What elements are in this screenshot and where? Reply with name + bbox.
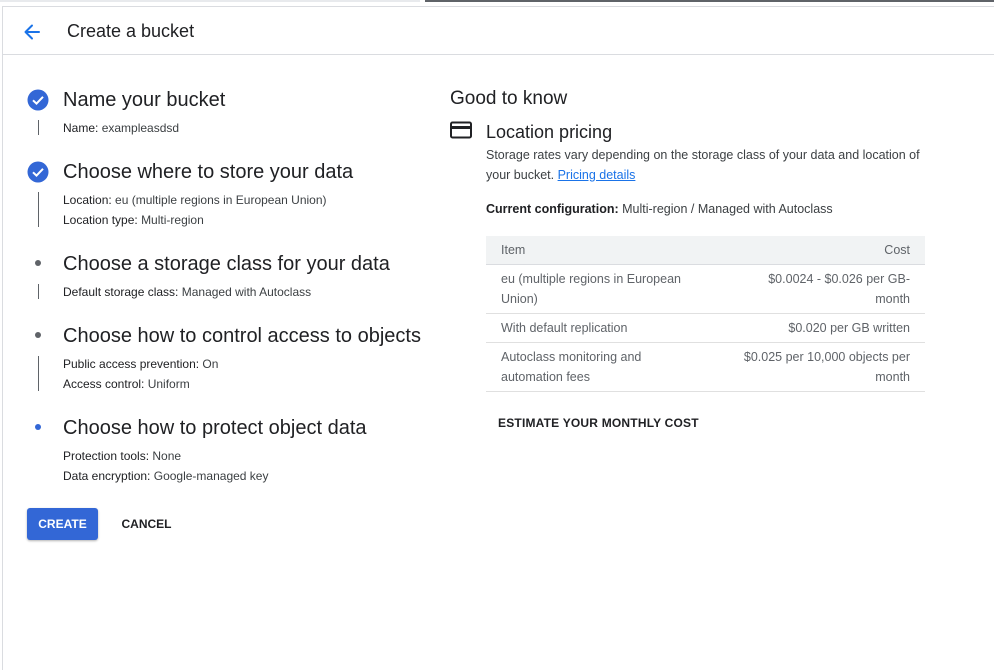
config-label: Current configuration: [486,202,619,216]
step-dot-icon [35,260,41,266]
table-row: Autoclass monitoring and automation fees… [486,342,925,392]
description-text: Storage rates vary depending on the stor… [486,148,920,182]
table-header-row: Item Cost [486,236,925,265]
good-to-know-title: Good to know [450,88,568,109]
pricing-table: Item Cost eu (multiple regions in Europe… [486,236,925,392]
detail-value: Google-managed key [153,469,269,483]
step-title: Choose how to control access to objects [63,325,421,347]
step-connector [38,356,39,391]
table-cell-cost: $0.025 per 10,000 objects per month [716,342,925,392]
detail-value: Uniform [147,377,190,391]
column-header-cost: Cost [716,236,925,265]
back-button[interactable] [18,18,46,46]
cancel-button[interactable]: CANCEL [111,508,182,540]
credit-card-icon [450,121,472,139]
create-button[interactable]: CREATE [27,508,98,540]
step-connector [38,284,39,299]
page-title: Create a bucket [67,21,195,41]
location-pricing-title: Location pricing [486,122,613,142]
table-cell-item: With default replication [486,313,716,343]
table-row: With default replication $0.020 per GB w… [486,313,925,343]
step-title: Choose where to store your data [63,161,354,183]
detail-label: Location type: [63,213,138,227]
arrow-back-icon [24,24,40,40]
detail-label: Access control: [63,377,145,391]
step-connector [38,120,39,135]
detail-value: exampleasdsd [101,121,180,135]
detail-value: None [152,449,182,463]
step-dot-icon [35,332,41,338]
detail-value: Multi-region [141,213,204,227]
top-bar-right [425,0,994,2]
column-header-item: Item [486,236,716,265]
step-detail: Default storage class: Managed with Auto… [63,285,311,299]
table-cell-cost: $0.020 per GB written [716,313,925,343]
check-circle-icon [27,161,49,183]
table-cell-item: Autoclass monitoring and automation fees [486,342,716,392]
detail-label: Location: [63,193,112,207]
detail-value: On [202,357,219,371]
table-cell-cost: $0.0024 - $0.026 per GB-month [716,264,925,314]
top-bar-left [0,0,420,2]
step-detail: Data encryption: Google-managed key [63,469,268,483]
step-detail: Protection tools: None [63,449,181,463]
step-title: Name your bucket [63,89,226,111]
pricing-details-link[interactable]: Pricing details [558,168,636,182]
detail-label: Name: [63,121,99,135]
check-circle-icon [27,89,49,111]
detail-label: Default storage class: [63,285,179,299]
config-value: Multi-region / Managed with Autoclass [622,202,833,216]
step-detail: Access control: Uniform [63,377,190,391]
step-dot-icon [35,424,41,430]
table-cell-item: eu (multiple regions in European Union) [486,264,716,314]
detail-value: Managed with Autoclass [181,285,312,299]
step-connector [38,192,39,227]
step-detail: Public access prevention: On [63,357,218,371]
detail-label: Public access prevention: [63,357,200,371]
location-pricing-description: Storage rates vary depending on the stor… [486,145,926,185]
detail-value: eu (multiple regions in European Union) [115,193,327,207]
estimate-cost-button[interactable]: ESTIMATE YOUR MONTHLY COST [498,416,699,430]
left-border [2,6,3,670]
page-header: Create a bucket [3,6,994,55]
step-title: Choose a storage class for your data [63,253,390,275]
step-detail: Location type: Multi-region [63,213,204,227]
step-title: Choose how to protect object data [63,417,367,439]
detail-label: Data encryption: [63,469,151,483]
step-detail: Location: eu (multiple regions in Europe… [63,193,327,207]
detail-label: Protection tools: [63,449,150,463]
step-detail: Name: exampleasdsd [63,121,179,135]
table-row: eu (multiple regions in European Union) … [486,264,925,314]
current-configuration: Current configuration: Multi-region / Ma… [486,202,833,216]
